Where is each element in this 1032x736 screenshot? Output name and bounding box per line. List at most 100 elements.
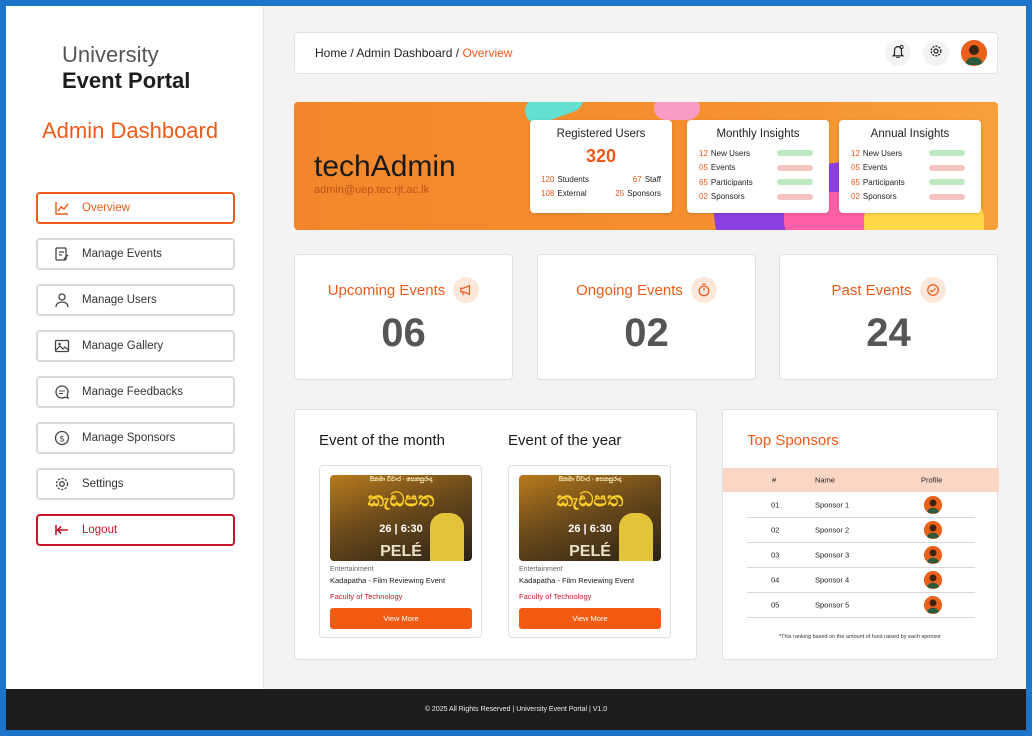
sidebar-item-settings[interactable]: Settings (36, 468, 235, 500)
users-row: 120 Students 67 Staff (530, 175, 672, 184)
decrease-badge (928, 164, 965, 171)
poster-title: කැඩපත (367, 489, 435, 511)
sponsor-avatar[interactable] (924, 596, 942, 614)
insight-row: 02 Sponsors (687, 190, 829, 205)
user-icon (54, 292, 70, 308)
table-row[interactable]: 04 Sponsor 4 (747, 568, 975, 593)
breadcrumb: Home / Admin Dashboard / Overview (315, 46, 512, 60)
external-count: 108 (541, 189, 555, 198)
ongoing-events-card[interactable]: Ongoing Events 02 (537, 254, 756, 380)
card-title: Monthly Insights (716, 128, 800, 140)
breadcrumb-separator: / (347, 46, 357, 60)
increase-badge (928, 150, 965, 157)
settings-button[interactable] (923, 40, 949, 66)
table-row[interactable]: 01 Sponsor 1 (747, 493, 975, 518)
stat-label: Ongoing Events (576, 281, 683, 299)
table-row[interactable]: 03 Sponsor 3 (747, 543, 975, 568)
card-title: Annual Insights (870, 128, 950, 140)
table-row[interactable]: 02 Sponsor 2 (747, 518, 975, 543)
gear-icon (54, 476, 70, 492)
notification-button[interactable] (885, 40, 911, 66)
brand-line2: Event Portal (62, 68, 191, 93)
registered-users-card: Registered Users 320 120 Students 67 Staff… (530, 120, 672, 213)
sponsor-avatar[interactable] (924, 546, 942, 564)
stat-header: Ongoing Events (538, 277, 755, 303)
insight-label: New Users (862, 148, 903, 158)
check-circle-icon (919, 277, 946, 303)
registered-users-total: 320 (585, 146, 617, 166)
external-label: External (557, 189, 587, 198)
breadcrumb-current: Overview (462, 46, 513, 60)
upcoming-events-card[interactable]: Upcoming Events 06 (294, 254, 513, 380)
logout-button[interactable]: Logout (36, 514, 235, 546)
topbar-actions (885, 40, 987, 66)
insight-value: 02 (699, 192, 708, 202)
breadcrumb-home[interactable]: Home (315, 46, 347, 60)
past-events-card[interactable]: Past Events 24 (779, 254, 998, 380)
stat-label: Past Events (831, 281, 912, 299)
students-label: Students (557, 175, 589, 184)
insight-row: 65 Participants (687, 175, 829, 190)
sponsor-avatar[interactable] (924, 496, 942, 514)
welcome-banner: techAdmin admin@uep.tec.rjt.ac.lk Regist… (294, 102, 998, 230)
sidebar-item-label: Overview (82, 202, 130, 214)
sponsor-name: Sponsor 5 (815, 600, 850, 610)
footer: © 2025 All Rights Reserved | University … (6, 689, 1026, 730)
chat-icon (54, 384, 70, 400)
insight-label: New Users (710, 148, 751, 158)
stat-header: Past Events (780, 277, 997, 303)
sponsor-name: Sponsor 1 (815, 500, 850, 510)
sponsor-avatar[interactable] (924, 521, 942, 539)
sponsor-avatar[interactable] (924, 571, 942, 589)
view-more-button[interactable]: View More (519, 608, 661, 629)
sidebar-item-manage-sponsors[interactable]: $ Manage Sponsors (36, 422, 235, 454)
insight-row: 65 Participants (839, 175, 981, 190)
megaphone-icon (453, 277, 480, 303)
insight-value: 65 (699, 177, 708, 187)
chart-line-icon (54, 200, 70, 216)
sponsors-stat: 25 Sponsors (615, 189, 661, 198)
banner-decoration (654, 102, 700, 120)
app-frame: University Event Portal Admin Dashboard … (6, 6, 1026, 730)
sidebar-item-manage-events[interactable]: Manage Events (36, 238, 235, 270)
sponsor-name: Sponsor 2 (815, 525, 850, 535)
view-more-button[interactable]: View More (330, 608, 472, 629)
table-row[interactable]: 05 Sponsor 5 (747, 593, 975, 618)
sidebar-title: Admin Dashboard (42, 118, 219, 143)
users-row: 108 External 25 Sponsors (530, 189, 672, 198)
admin-email: admin@uep.tec.rjt.ac.lk (314, 184, 430, 196)
image-icon (54, 338, 70, 354)
top-sponsors-title: Top Sponsors (747, 432, 839, 449)
monthly-insights-card: Monthly Insights 12 New Users 05 Events 65… (687, 120, 829, 213)
col-header-profile: Profile (921, 475, 943, 485)
sidebar-item-manage-gallery[interactable]: Manage Gallery (36, 330, 235, 362)
card-title: Registered Users (556, 128, 646, 140)
user-avatar[interactable] (961, 40, 987, 66)
increase-badge (928, 179, 965, 186)
sponsor-rank: 02 (771, 525, 780, 535)
staff-stat: 67 Staff (633, 175, 661, 184)
sidebar-item-manage-users[interactable]: Manage Users (36, 284, 235, 316)
topbar: Home / Admin Dashboard / Overview (294, 32, 998, 74)
insight-row: 05 Events (839, 161, 981, 176)
insight-label: Events (710, 163, 736, 173)
sponsor-rank: 03 (771, 550, 780, 560)
insight-value: 05 (699, 163, 708, 173)
brand-line1: University (62, 42, 159, 67)
stat-value: 06 (381, 311, 426, 355)
event-of-year-card: සිනමා විචාර · සෙනසුරාදා කැඩපත 26 | 6:30 … (508, 465, 671, 638)
staff-label: Staff (644, 175, 661, 184)
event-title: Kadapatha - Film Reviewing Event (330, 576, 446, 585)
stat-label: Upcoming Events (327, 281, 446, 299)
poster-figure (619, 513, 653, 561)
admin-username: techAdmin (314, 150, 456, 183)
sidebar-item-overview[interactable]: Overview (36, 192, 235, 224)
sidebar-item-label: Manage Users (82, 294, 157, 306)
ranking-note: *This ranking based on the amount of fun… (778, 634, 942, 640)
sidebar-item-manage-feedbacks[interactable]: Manage Feedbacks (36, 376, 235, 408)
sponsor-name: Sponsor 4 (815, 575, 850, 585)
external-stat: 108 External (541, 189, 587, 198)
svg-text:$: $ (59, 435, 65, 445)
event-title: Kadapatha - Film Reviewing Event (519, 576, 635, 585)
breadcrumb-section[interactable]: Admin Dashboard (356, 46, 452, 60)
